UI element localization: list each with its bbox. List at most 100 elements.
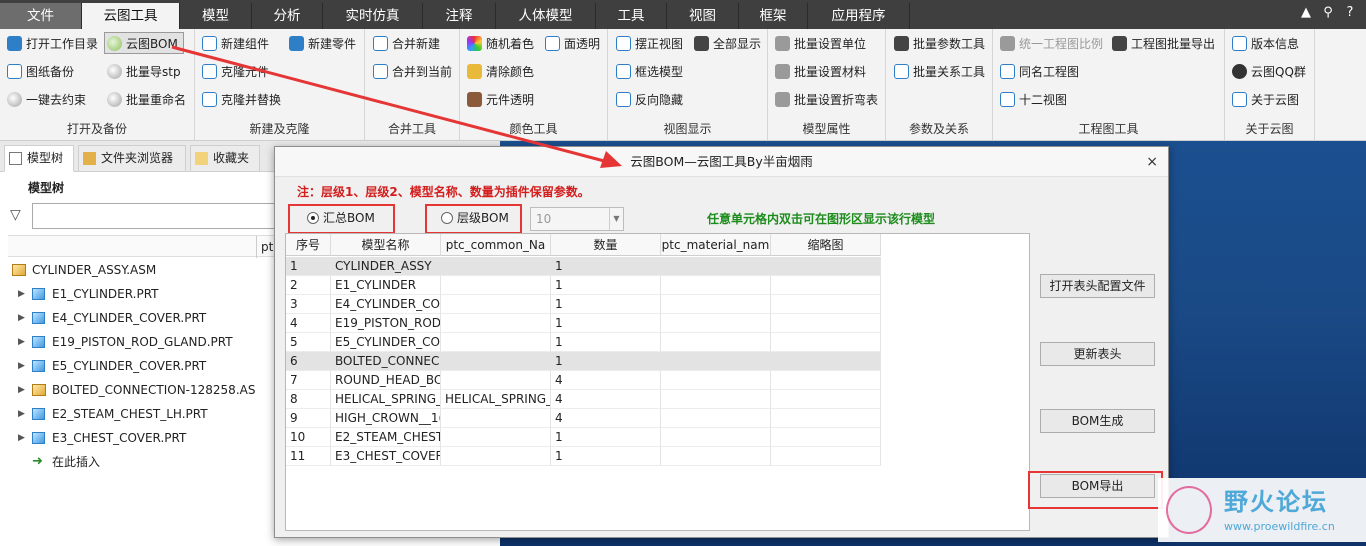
- drawing-backup-button[interactable]: 图纸备份: [5, 61, 74, 83]
- table-cell[interactable]: [661, 428, 771, 447]
- table-cell[interactable]: [441, 447, 551, 466]
- expand-arrow-icon[interactable]: ▶: [18, 379, 25, 401]
- column-header-index[interactable]: 序号: [286, 234, 331, 256]
- column-header-thumbnail[interactable]: 缩略图: [771, 234, 881, 256]
- table-cell[interactable]: 7: [286, 371, 331, 390]
- generate-bom-button[interactable]: BOM生成: [1040, 409, 1155, 433]
- menu-tab-analysis[interactable]: 分析: [252, 3, 323, 29]
- table-cell[interactable]: HELICAL_SPRING_: [441, 390, 551, 409]
- batch-drawing-export-button[interactable]: 工程图批量导出: [1110, 33, 1215, 55]
- table-cell[interactable]: [661, 295, 771, 314]
- batch-material-button[interactable]: 批量设置材料: [773, 61, 866, 83]
- table-cell[interactable]: [771, 390, 881, 409]
- table-cell[interactable]: 1: [551, 447, 661, 466]
- table-cell[interactable]: ROUND_HEAD_BO: [331, 371, 441, 390]
- merge-new-button[interactable]: 合并新建: [371, 33, 440, 55]
- same-name-drawing-button[interactable]: 同名工程图: [998, 61, 1079, 83]
- align-view-button[interactable]: 摆正视图: [614, 33, 683, 55]
- table-cell[interactable]: 1: [551, 428, 661, 447]
- expand-arrow-icon[interactable]: ▶: [18, 307, 25, 329]
- menu-tab-realtime-sim[interactable]: 实时仿真: [323, 3, 423, 29]
- table-row[interactable]: 8 HELICAL_SPRING_ HELICAL_SPRING_ 4: [286, 390, 881, 409]
- menu-tab-human-model[interactable]: 人体模型: [496, 3, 596, 29]
- show-all-button[interactable]: 全部显示: [692, 33, 761, 55]
- table-row[interactable]: 2 E1_CYLINDER 1: [286, 276, 881, 295]
- table-row[interactable]: 1 CYLINDER_ASSY 1: [286, 257, 881, 276]
- table-cell[interactable]: [661, 276, 771, 295]
- batch-bend-table-button[interactable]: 批量设置折弯表: [773, 89, 878, 111]
- table-cell[interactable]: 6: [286, 352, 331, 371]
- expand-arrow-icon[interactable]: ▶: [18, 427, 25, 449]
- menu-tab-model[interactable]: 模型: [180, 3, 252, 29]
- column-header-material[interactable]: ptc_material_nam: [661, 234, 771, 256]
- version-info-button[interactable]: 版本信息: [1230, 33, 1299, 55]
- unify-scale-button[interactable]: 统一工程图比例: [998, 33, 1103, 55]
- tab-favorites[interactable]: 收藏夹: [190, 145, 260, 172]
- table-cell[interactable]: [771, 409, 881, 428]
- batch-relation-button[interactable]: 批量关系工具: [892, 61, 985, 83]
- table-row[interactable]: 3 E4_CYLINDER_COV 1: [286, 295, 881, 314]
- table-cell[interactable]: [661, 409, 771, 428]
- expand-arrow-icon[interactable]: ▶: [18, 403, 25, 425]
- menu-tab-annotate[interactable]: 注释: [423, 3, 496, 29]
- new-assembly-button[interactable]: 新建组件: [200, 33, 269, 55]
- random-color-button[interactable]: 随机着色: [465, 33, 534, 55]
- table-cell[interactable]: E2_STEAM_CHEST: [331, 428, 441, 447]
- help-icon[interactable]: ?: [1342, 4, 1358, 22]
- table-cell[interactable]: 8: [286, 390, 331, 409]
- column-header-quantity[interactable]: 数量: [551, 234, 661, 256]
- new-part-button[interactable]: 新建零件: [287, 33, 356, 55]
- table-cell[interactable]: E4_CYLINDER_COV: [331, 295, 441, 314]
- table-cell[interactable]: [771, 428, 881, 447]
- table-cell[interactable]: [771, 352, 881, 371]
- table-cell[interactable]: 9: [286, 409, 331, 428]
- table-cell[interactable]: 5: [286, 333, 331, 352]
- column-header-model-name[interactable]: 模型名称: [331, 234, 441, 256]
- table-cell[interactable]: [661, 390, 771, 409]
- menu-tab-file[interactable]: 文件: [0, 3, 82, 29]
- table-cell[interactable]: 1: [551, 276, 661, 295]
- batch-export-stp-button[interactable]: 批量导stp: [105, 61, 181, 83]
- table-cell[interactable]: [441, 333, 551, 352]
- twelve-views-button[interactable]: 十二视图: [998, 89, 1067, 111]
- reverse-hide-button[interactable]: 反向隐藏: [614, 89, 683, 111]
- expand-arrow-icon[interactable]: ▶: [18, 355, 25, 377]
- search-icon[interactable]: ⚲: [1320, 4, 1336, 22]
- box-select-button[interactable]: 框选模型: [614, 61, 683, 83]
- clone-replace-button[interactable]: 克隆并替换: [200, 89, 281, 111]
- component-transparent-button[interactable]: 元件透明: [465, 89, 534, 111]
- about-button[interactable]: 关于云图: [1230, 89, 1299, 111]
- table-cell[interactable]: 1: [551, 352, 661, 371]
- table-cell[interactable]: [441, 352, 551, 371]
- table-cell[interactable]: E3_CHEST_COVER: [331, 447, 441, 466]
- table-cell[interactable]: [661, 371, 771, 390]
- table-row[interactable]: 7 ROUND_HEAD_BO 4: [286, 371, 881, 390]
- table-cell[interactable]: E5_CYLINDER_COV: [331, 333, 441, 352]
- table-cell[interactable]: E1_CYLINDER: [331, 276, 441, 295]
- clone-component-button[interactable]: 克隆元件: [200, 61, 269, 83]
- cloud-bom-button[interactable]: 云图BOM: [104, 32, 184, 54]
- filter-icon[interactable]: ▽: [10, 207, 26, 223]
- expand-up-icon[interactable]: ▲: [1298, 4, 1314, 22]
- table-cell[interactable]: 4: [551, 390, 661, 409]
- table-cell[interactable]: [441, 314, 551, 333]
- table-cell[interactable]: [771, 314, 881, 333]
- update-header-button[interactable]: 更新表头: [1040, 342, 1155, 366]
- open-workdir-button[interactable]: 打开工作目录: [5, 33, 98, 55]
- table-cell[interactable]: [771, 257, 881, 276]
- batch-units-button[interactable]: 批量设置单位: [773, 33, 866, 55]
- table-cell[interactable]: 10: [286, 428, 331, 447]
- tab-model-tree[interactable]: 模型树: [4, 145, 74, 172]
- table-cell[interactable]: CYLINDER_ASSY: [331, 257, 441, 276]
- table-cell[interactable]: HELICAL_SPRING_: [331, 390, 441, 409]
- table-cell[interactable]: [661, 257, 771, 276]
- table-cell[interactable]: [441, 276, 551, 295]
- qq-group-button[interactable]: 云图QQ群: [1230, 61, 1306, 83]
- table-cell[interactable]: 1: [551, 257, 661, 276]
- table-cell[interactable]: [771, 333, 881, 352]
- clear-color-button[interactable]: 清除颜色: [465, 61, 534, 83]
- menu-tab-view[interactable]: 视图: [667, 3, 739, 29]
- table-row[interactable]: 9 HIGH_CROWN__1(4: [286, 409, 881, 428]
- table-cell[interactable]: 1: [551, 333, 661, 352]
- table-cell[interactable]: [661, 314, 771, 333]
